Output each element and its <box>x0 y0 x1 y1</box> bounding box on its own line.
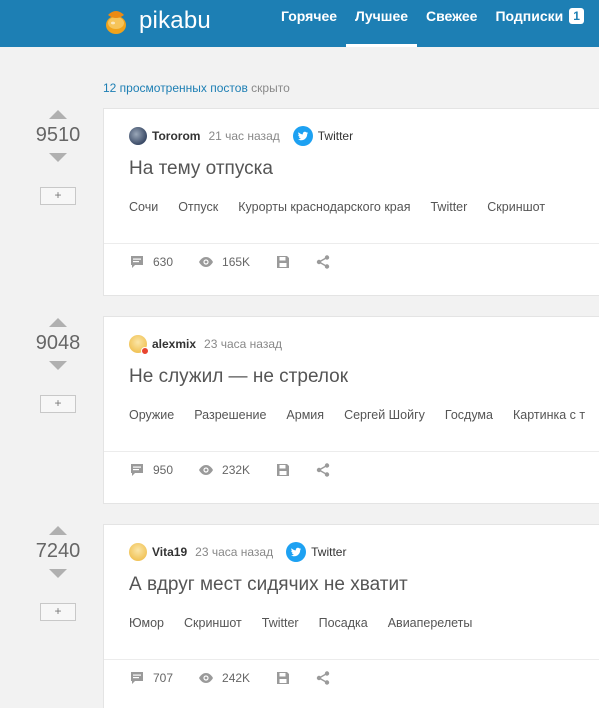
tag[interactable]: Юмор <box>129 616 164 630</box>
twitter-icon[interactable] <box>292 126 313 146</box>
nav-best-label: Лучшее <box>355 8 409 24</box>
avatar[interactable] <box>129 127 147 145</box>
divider <box>104 659 599 660</box>
hidden-posts-text: скрыто <box>247 81 290 95</box>
share-icon[interactable] <box>315 254 331 270</box>
tag[interactable]: Армия <box>286 408 324 422</box>
comments-count[interactable]: 707 <box>153 671 173 685</box>
story-card: Vita19 23 часа назад Twitter А вдруг мес… <box>103 524 599 708</box>
save-post-button[interactable]: + <box>40 603 76 621</box>
hidden-posts-link[interactable]: 12 просмотренных постов <box>103 81 248 95</box>
comments-icon[interactable] <box>129 670 145 686</box>
tag[interactable]: Курорты краснодарского края <box>238 200 410 214</box>
comments-icon[interactable] <box>129 254 145 270</box>
community-name[interactable]: Twitter <box>318 129 353 143</box>
hidden-posts-info: 12 просмотренных постов скрыто <box>103 81 290 95</box>
pikabu-logo-icon <box>106 10 126 34</box>
post-time[interactable]: 23 часа назад <box>204 337 282 351</box>
downvote-icon[interactable] <box>49 361 67 370</box>
tag[interactable]: Посадка <box>319 616 368 630</box>
story-footer: 707 242K <box>129 670 339 686</box>
divider <box>104 243 599 244</box>
tag[interactable]: Сергей Шойгу <box>344 408 425 422</box>
nav-best[interactable]: Лучшее <box>346 0 418 47</box>
share-icon[interactable] <box>315 462 331 478</box>
upvote-icon[interactable] <box>49 110 67 119</box>
save-icon[interactable] <box>275 670 291 686</box>
save-post-button[interactable]: + <box>40 187 76 205</box>
tag[interactable]: Оружие <box>129 408 174 422</box>
save-post-button[interactable]: + <box>40 395 76 413</box>
top-header: pikabu Горячее Лучшее Свежее Подписки 1 <box>0 0 599 47</box>
nav-subscriptions-label: Подписки <box>495 8 564 24</box>
nav-hot[interactable]: Горячее <box>272 0 346 47</box>
story-footer: 630 165K <box>129 254 339 270</box>
twitter-icon[interactable] <box>286 542 307 562</box>
tags-list: Оружие Разрешение Армия Сергей Шойгу Гос… <box>129 408 599 422</box>
story-meta: Vita19 23 часа назад Twitter <box>129 542 346 562</box>
subscriptions-badge: 1 <box>569 8 584 24</box>
avatar[interactable] <box>129 543 147 561</box>
tag[interactable]: Отпуск <box>178 200 218 214</box>
views-count: 165K <box>222 255 251 269</box>
save-icon[interactable] <box>275 462 291 478</box>
tags-list: Сочи Отпуск Курорты краснодарского края … <box>129 200 565 214</box>
views-icon <box>199 257 214 267</box>
divider <box>104 451 599 452</box>
logo[interactable]: pikabu <box>101 0 211 47</box>
nav-fresh[interactable]: Свежее <box>417 0 486 47</box>
nav-subscriptions[interactable]: Подписки 1 <box>486 0 592 47</box>
logo-text: pikabu <box>139 6 211 34</box>
story-title[interactable]: А вдруг мест сидячих не хватит <box>129 574 408 596</box>
tag[interactable]: Twitter <box>430 200 467 214</box>
rating-value: 9048 <box>35 332 81 354</box>
views-icon <box>199 465 214 475</box>
community-name[interactable]: Twitter <box>311 545 346 559</box>
tag[interactable]: Скриншот <box>487 200 545 214</box>
rating-value: 7240 <box>35 540 81 562</box>
tag[interactable]: Twitter <box>262 616 299 630</box>
post-rating: 7240 + <box>23 526 93 621</box>
story-footer: 950 232K <box>129 462 339 478</box>
share-icon[interactable] <box>315 670 331 686</box>
rating-value: 9510 <box>35 124 81 146</box>
comments-icon[interactable] <box>129 462 145 478</box>
comments-count[interactable]: 630 <box>153 255 173 269</box>
author-name[interactable]: alexmix <box>152 337 196 351</box>
tag[interactable]: Скриншот <box>184 616 242 630</box>
tag[interactable]: Разрешение <box>194 408 266 422</box>
story-card: Tororom 21 час назад Twitter На тему отп… <box>103 108 599 296</box>
save-icon[interactable] <box>275 254 291 270</box>
tag[interactable]: Картинка с т <box>513 408 585 422</box>
post-time[interactable]: 23 часа назад <box>195 545 273 559</box>
views-count: 232K <box>222 463 251 477</box>
downvote-icon[interactable] <box>49 153 67 162</box>
tag[interactable]: Госдума <box>445 408 493 422</box>
downvote-icon[interactable] <box>49 569 67 578</box>
story-meta: Tororom 21 час назад Twitter <box>129 126 353 146</box>
author-name[interactable]: Vita19 <box>152 545 187 559</box>
story-title[interactable]: На тему отпуска <box>129 158 273 180</box>
online-dot-icon <box>141 347 149 355</box>
avatar[interactable] <box>129 335 149 355</box>
views-count: 242K <box>222 671 251 685</box>
nav-fresh-label: Свежее <box>426 8 478 24</box>
post-rating: 9048 + <box>23 318 93 413</box>
post-time[interactable]: 21 час назад <box>208 129 279 143</box>
tag[interactable]: Сочи <box>129 200 158 214</box>
post-rating: 9510 + <box>23 110 93 205</box>
upvote-icon[interactable] <box>49 318 67 327</box>
tag[interactable]: Авиаперелеты <box>388 616 473 630</box>
author-name[interactable]: Tororom <box>152 129 200 143</box>
story-card: alexmix 23 часа назад Не служил — не стр… <box>103 316 599 504</box>
comments-count[interactable]: 950 <box>153 463 173 477</box>
story-title[interactable]: Не служил — не стрелок <box>129 366 348 388</box>
nav-hot-label: Горячее <box>281 8 338 24</box>
main-nav: Горячее Лучшее Свежее Подписки 1 <box>272 0 593 47</box>
story-meta: alexmix 23 часа назад <box>129 334 282 355</box>
views-icon <box>199 673 214 683</box>
upvote-icon[interactable] <box>49 526 67 535</box>
tags-list: Юмор Скриншот Twitter Посадка Авиапереле… <box>129 616 492 630</box>
